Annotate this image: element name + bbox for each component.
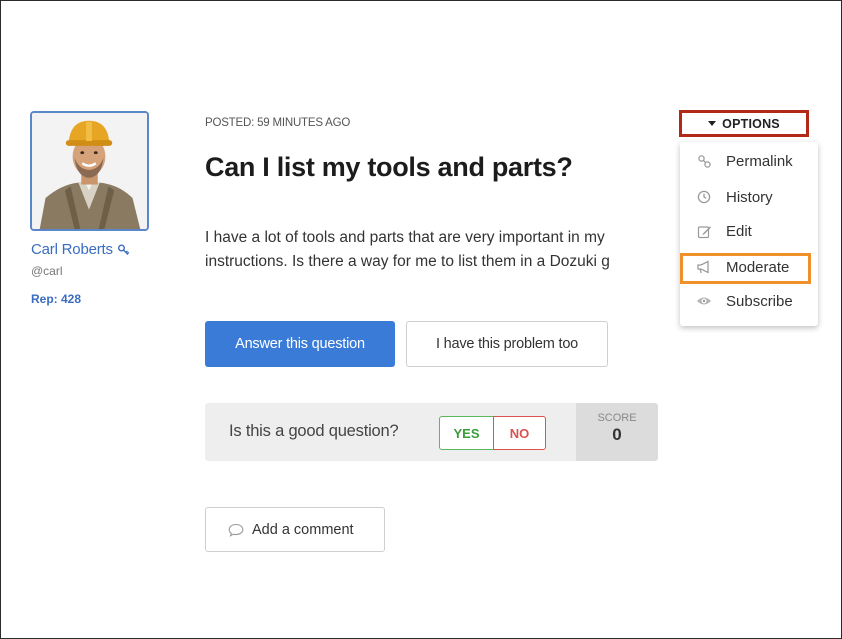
menu-item-label: History <box>726 188 773 206</box>
add-comment-label: Add a comment <box>252 521 354 538</box>
have-problem-too-button[interactable]: I have this problem too <box>406 321 608 367</box>
question-body-line: I have a lot of tools and parts that are… <box>205 229 605 246</box>
eye-icon <box>696 293 712 309</box>
options-dropdown-button[interactable]: OPTIONS <box>679 110 809 137</box>
key-icon <box>117 244 130 255</box>
menu-item-history[interactable]: History <box>680 182 818 212</box>
question-title: Can I list my tools and parts? <box>205 152 573 182</box>
menu-item-permalink[interactable]: Permalink <box>680 146 818 176</box>
vote-no-button[interactable]: NO <box>493 416 546 450</box>
author-reputation: Rep: 428 <box>31 292 82 306</box>
menu-item-label: Edit <box>726 222 752 240</box>
menu-item-moderate[interactable]: Moderate <box>680 252 818 282</box>
menu-item-label: Moderate <box>726 258 790 276</box>
clock-icon <box>696 189 712 205</box>
author-handle: @carl <box>31 264 63 278</box>
menu-item-edit[interactable]: Edit <box>680 216 818 246</box>
question-body: I have a lot of tools and parts that are… <box>205 226 680 280</box>
vote-question-label: Is this a good question? <box>229 422 399 440</box>
vote-bar: Is this a good question? YES NO SCORE 0 <box>205 403 658 461</box>
posted-time: POSTED: 59 MINUTES AGO <box>205 117 351 129</box>
answer-question-button[interactable]: Answer this question <box>205 321 395 367</box>
score-value: 0 <box>612 425 622 444</box>
author-name-link[interactable]: Carl Roberts <box>31 241 131 258</box>
score-label: SCORE <box>597 412 637 424</box>
add-comment-button[interactable]: Add a comment <box>205 507 385 552</box>
menu-item-label: Subscribe <box>726 292 793 310</box>
vote-yes-button[interactable]: YES <box>439 416 494 450</box>
question-body-line: instructions. Is there a way for me to l… <box>205 253 610 270</box>
edit-icon <box>696 223 712 239</box>
menu-item-label: Permalink <box>726 152 793 170</box>
avatar[interactable] <box>30 111 149 231</box>
options-label: OPTIONS <box>722 116 780 131</box>
score-box: SCORE 0 <box>576 403 658 461</box>
avatar-image <box>32 113 147 229</box>
comment-icon <box>228 523 244 537</box>
caret-down-icon <box>708 121 717 126</box>
megaphone-icon <box>696 259 712 275</box>
options-menu: Permalink History Edit Moderate Subscrib… <box>680 142 818 326</box>
link-icon <box>696 153 712 169</box>
author-name[interactable]: Carl Roberts <box>31 241 113 258</box>
menu-item-subscribe[interactable]: Subscribe <box>680 286 818 316</box>
